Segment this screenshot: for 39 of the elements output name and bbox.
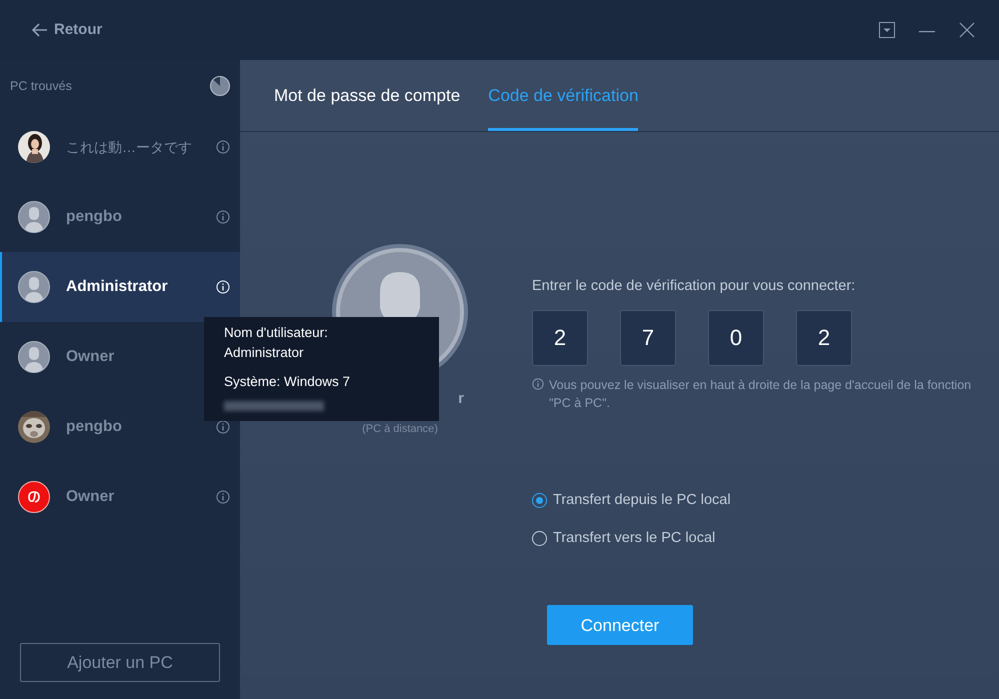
code-digit: 2: [796, 310, 852, 366]
pc-name: Owner: [66, 487, 116, 508]
tooltip-text: Système: Windows 7: [224, 373, 352, 391]
add-pc-button[interactable]: Ajouter un PC: [20, 643, 220, 682]
avatar-icon: [18, 271, 50, 303]
pc-name: これは動…ータです: [66, 138, 193, 156]
radio-button[interactable]: [532, 530, 547, 546]
radio-option[interactable]: Transfert vers le PC local: [532, 528, 972, 550]
pc-name: pengbo: [66, 207, 123, 228]
arrow-left-icon: [32, 23, 48, 37]
remote-pc-name: r: [458, 389, 464, 409]
pc-name: pengbo: [66, 417, 123, 438]
pc-list-item[interactable]: Owner: [0, 462, 240, 532]
avatar-icon: [18, 341, 50, 373]
tab[interactable]: Code de vérification: [488, 82, 638, 131]
radio-button[interactable]: [532, 493, 547, 508]
tooltip-text: Nom d'utilisateur: Administrator: [224, 324, 329, 362]
back-button[interactable]: Retour: [32, 18, 102, 42]
sidebar-heading: PC trouvés: [10, 78, 72, 95]
pc-list-item[interactable]: Administrator: [0, 252, 240, 322]
connect-button[interactable]: Connecter: [547, 605, 693, 646]
code-prompt: Entrer le code de vérification pour vous connecter:: [532, 277, 856, 296]
avatar-icon: [18, 201, 50, 233]
pc-name: Administrator: [66, 277, 169, 298]
pc-list-item[interactable]: これは動…ータです: [0, 112, 240, 182]
info-icon[interactable]: [216, 420, 230, 434]
tab[interactable]: Mot de passe de compte: [274, 82, 460, 131]
code-digit: 7: [620, 310, 676, 366]
minimize-icon[interactable]: [919, 31, 935, 33]
logo-icon: [18, 481, 50, 513]
dropdown-icon[interactable]: [879, 22, 895, 38]
remote-pc-caption: (PC à distance): [362, 422, 438, 436]
pc-list-item[interactable]: pengbo: [0, 182, 240, 252]
close-icon[interactable]: [959, 22, 975, 38]
info-icon: [532, 378, 544, 390]
code-digit: 0: [708, 310, 764, 366]
code-hint: Vous pouvez le visualiser en haut à droite de la page d'accueil de la fonction "PC à PC".: [549, 376, 972, 412]
code-digit: 2: [532, 310, 588, 366]
radio-option[interactable]: Transfert depuis le PC local: [532, 490, 972, 512]
